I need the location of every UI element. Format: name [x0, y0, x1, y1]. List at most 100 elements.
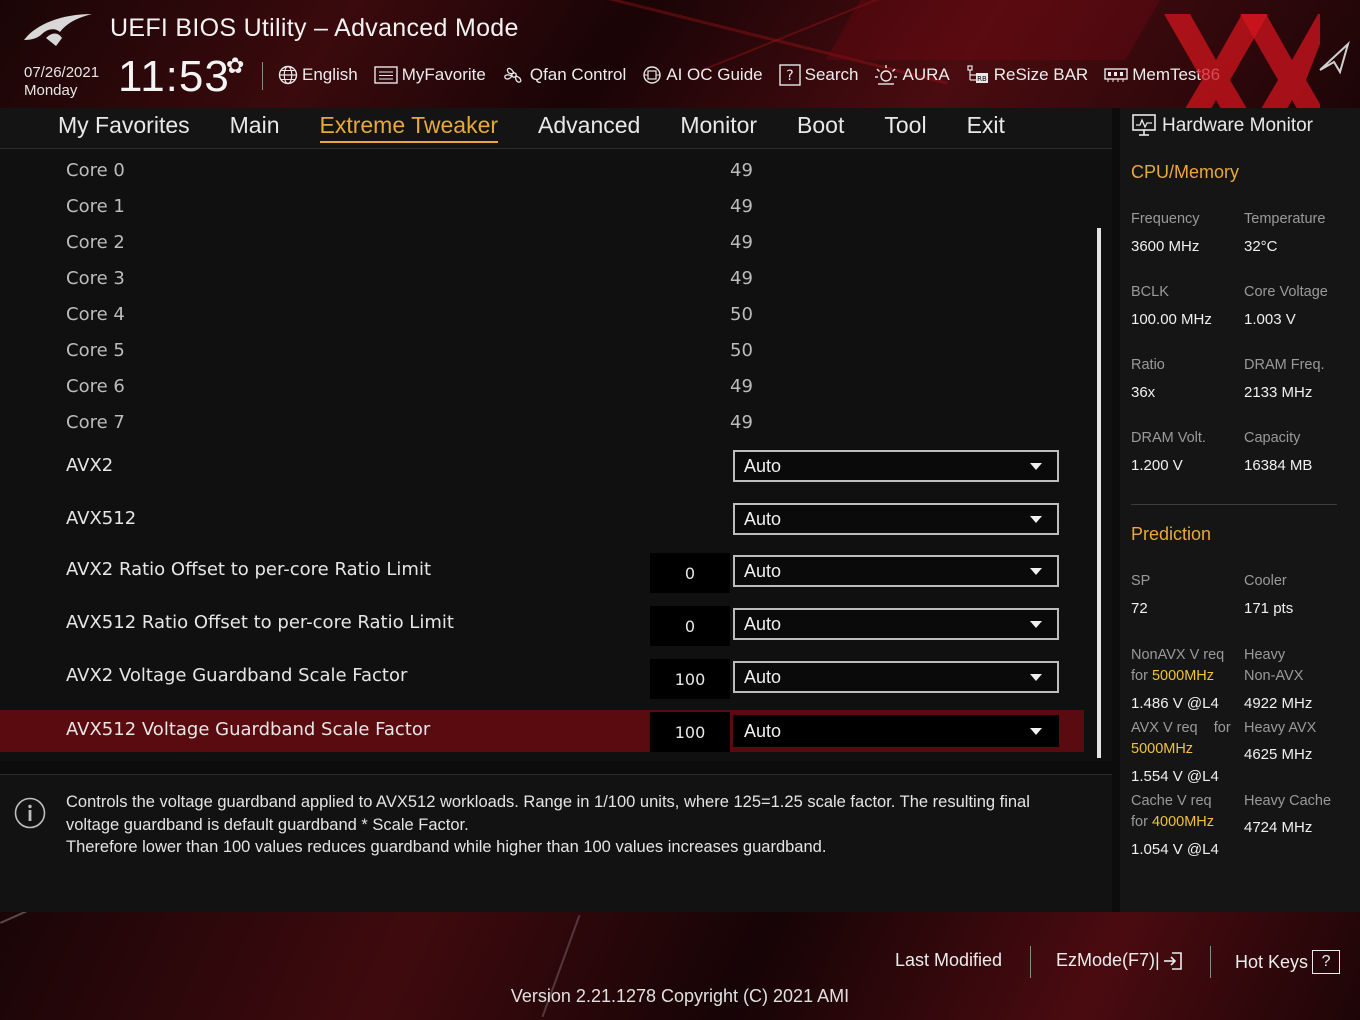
tab-monitor[interactable]: Monitor [680, 112, 757, 143]
ai-oc-guide-label: AI OC Guide [666, 65, 763, 84]
cpu-memory-heading: CPU/Memory [1131, 162, 1240, 182]
setting-row-core-1[interactable]: Core 1 49 [0, 188, 1084, 224]
cache-vreq-freq: 4000MHz [1151, 814, 1215, 830]
help-panel: Controls the voltage guardband applied t… [0, 774, 1112, 913]
tab-main[interactable]: Main [230, 112, 280, 143]
cooler-value: 171 pts [1244, 600, 1294, 617]
heavy-avx-value: 4625 MHz [1244, 746, 1313, 763]
tab-extreme-tweaker[interactable]: Extreme Tweaker [319, 112, 499, 143]
favorite-icon [374, 66, 398, 84]
nonavx-vreq-freq: 5000MHz [1151, 668, 1215, 684]
nonavx-vreq-value: 1.486 V @L4 [1131, 695, 1219, 712]
fan-icon [504, 67, 522, 83]
avx2-guardband-dropdown[interactable]: Auto [733, 661, 1059, 693]
setting-row-avx512-guardband[interactable]: AVX512 Voltage Guardband Scale Factor 10… [0, 710, 1084, 752]
setting-row-core-0[interactable]: Core 0 49 [0, 152, 1084, 188]
avx512-guardband-dropdown[interactable]: Auto [733, 715, 1059, 747]
setting-row-avx512[interactable]: AVX512 Auto [0, 500, 1084, 536]
setting-row-avx2-ratio-offset[interactable]: AVX2 Ratio Offset to per-core Ratio Limi… [0, 551, 1084, 593]
version-text: Version 2.21.1278 Copyright (C) 2021 AMI [510, 986, 850, 1006]
avx2-ratio-offset-dropdown[interactable]: Auto [733, 555, 1059, 587]
setting-value: 49 [730, 412, 753, 433]
dropdown-value: Auto [744, 455, 782, 476]
hot-keys-button[interactable]: Hot Keys ? [1235, 950, 1341, 974]
bclk-label: BCLK [1131, 284, 1169, 300]
footer-bar: Last Modified EzMode(F7)| Hot Keys ? Ver… [0, 912, 1360, 1020]
hardware-monitor-panel: Hardware Monitor CPU/Memory Frequency 36… [1120, 108, 1360, 912]
resize-bar-icon: RB [967, 65, 988, 83]
search-label: Search [804, 65, 859, 84]
qfan-control-label: Qfan Control [529, 65, 627, 84]
setting-row-core-7[interactable]: Core 7 49 [0, 404, 1084, 440]
setting-row-core-4[interactable]: Core 4 50 [0, 296, 1084, 332]
heavy-cache-value: 4724 MHz [1244, 819, 1313, 836]
for-text: for [1131, 814, 1148, 830]
monitor-icon [1132, 114, 1156, 136]
nonavx-vreq-label: NonAVX V req for 5000MHz [1131, 645, 1224, 687]
avx512-ratio-offset-dropdown[interactable]: Auto [733, 608, 1059, 640]
cache-vreq-for: for 4000MHz [1131, 812, 1214, 833]
heavy-cache-label: Heavy Cache [1244, 793, 1332, 809]
cooler-label: Cooler [1244, 573, 1287, 589]
ratio-value: 36x [1131, 384, 1156, 401]
setting-label: Core 3 [66, 268, 125, 289]
for-text: for [1213, 720, 1231, 736]
setting-row-core-3[interactable]: Core 3 49 [0, 260, 1084, 296]
setting-label: Core 4 [66, 304, 125, 325]
tab-advanced[interactable]: Advanced [538, 112, 640, 143]
avx-vreq-label: AVX V req for 5000MHz [1131, 718, 1231, 760]
heavy-nonavx-line2: Non-AVX [1244, 668, 1304, 684]
frequency-value: 3600 MHz [1131, 238, 1200, 255]
setting-row-avx512-ratio-offset[interactable]: AVX512 Ratio Offset to per-core Ratio Li… [0, 604, 1084, 646]
qfan-control-button[interactable]: Qfan Control [502, 64, 626, 86]
heavy-nonavx-value: 4922 MHz [1244, 695, 1313, 712]
tab-exit[interactable]: Exit [967, 112, 1005, 143]
dropdown-value: Auto [744, 613, 782, 634]
aura-button[interactable]: AURA [874, 64, 950, 86]
setting-row-avx2-guardband[interactable]: AVX2 Voltage Guardband Scale Factor 100 … [0, 657, 1084, 699]
divider [1131, 504, 1337, 505]
hardware-monitor-title: Hardware Monitor [1132, 114, 1313, 138]
setting-label: AVX2 [66, 455, 114, 476]
avx2-dropdown[interactable]: Auto [733, 450, 1059, 482]
globe-icon [278, 65, 298, 85]
avx512-ratio-offset-value: 0 [650, 606, 730, 646]
dropdown-value: Auto [744, 666, 782, 687]
tab-my-favorites[interactable]: My Favorites [58, 112, 190, 143]
setting-row-core-2[interactable]: Core 2 49 [0, 224, 1084, 260]
settings-scrollbar[interactable] [1097, 228, 1101, 758]
dropdown-value: Auto [744, 720, 782, 741]
sp-value: 72 [1131, 600, 1148, 617]
avx512-dropdown[interactable]: Auto [733, 503, 1059, 535]
gear-icon[interactable]: ✿ [226, 54, 244, 79]
cache-vreq-value: 1.054 V @L4 [1131, 841, 1219, 858]
search-button[interactable]: ? Search [778, 64, 859, 86]
settings-panel: Core 0 49 Core 1 49 Core 2 49 Core 3 49 … [0, 149, 1112, 761]
caret-down-icon [1030, 515, 1042, 523]
caret-down-icon [1030, 673, 1042, 681]
capacity-value: 16384 MB [1244, 457, 1313, 474]
exit-arrow-icon [1163, 951, 1182, 970]
avx512-guardband-value: 100 [650, 712, 730, 752]
setting-row-avx2[interactable]: AVX2 Auto [0, 447, 1084, 483]
dram-freq-value: 2133 MHz [1244, 384, 1313, 401]
setting-row-core-5[interactable]: Core 5 50 [0, 332, 1084, 368]
ezmode-button[interactable]: EzMode(F7)| [1056, 950, 1184, 971]
resize-bar-button[interactable]: RB ReSize BAR [966, 64, 1088, 86]
setting-value: 50 [730, 304, 753, 325]
language-button[interactable]: English [278, 65, 358, 85]
sp-label: SP [1131, 573, 1151, 589]
caret-down-icon [1030, 727, 1042, 735]
setting-label: AVX2 Ratio Offset to per-core Ratio Limi… [66, 559, 432, 580]
memory-icon [1104, 68, 1128, 82]
tab-tool[interactable]: Tool [884, 112, 926, 143]
setting-label: Core 1 [66, 196, 125, 217]
ai-chip-icon [643, 66, 661, 84]
nav-tab-list: My Favorites Main Extreme Tweaker Advanc… [58, 112, 1045, 143]
myfavorite-button[interactable]: MyFavorite [374, 65, 486, 85]
tab-boot[interactable]: Boot [797, 112, 844, 143]
setting-row-core-6[interactable]: Core 6 49 [0, 368, 1084, 404]
info-icon [14, 797, 46, 829]
last-modified-button[interactable]: Last Modified [895, 950, 1002, 971]
ai-oc-guide-button[interactable]: AI OC Guide [642, 65, 763, 85]
